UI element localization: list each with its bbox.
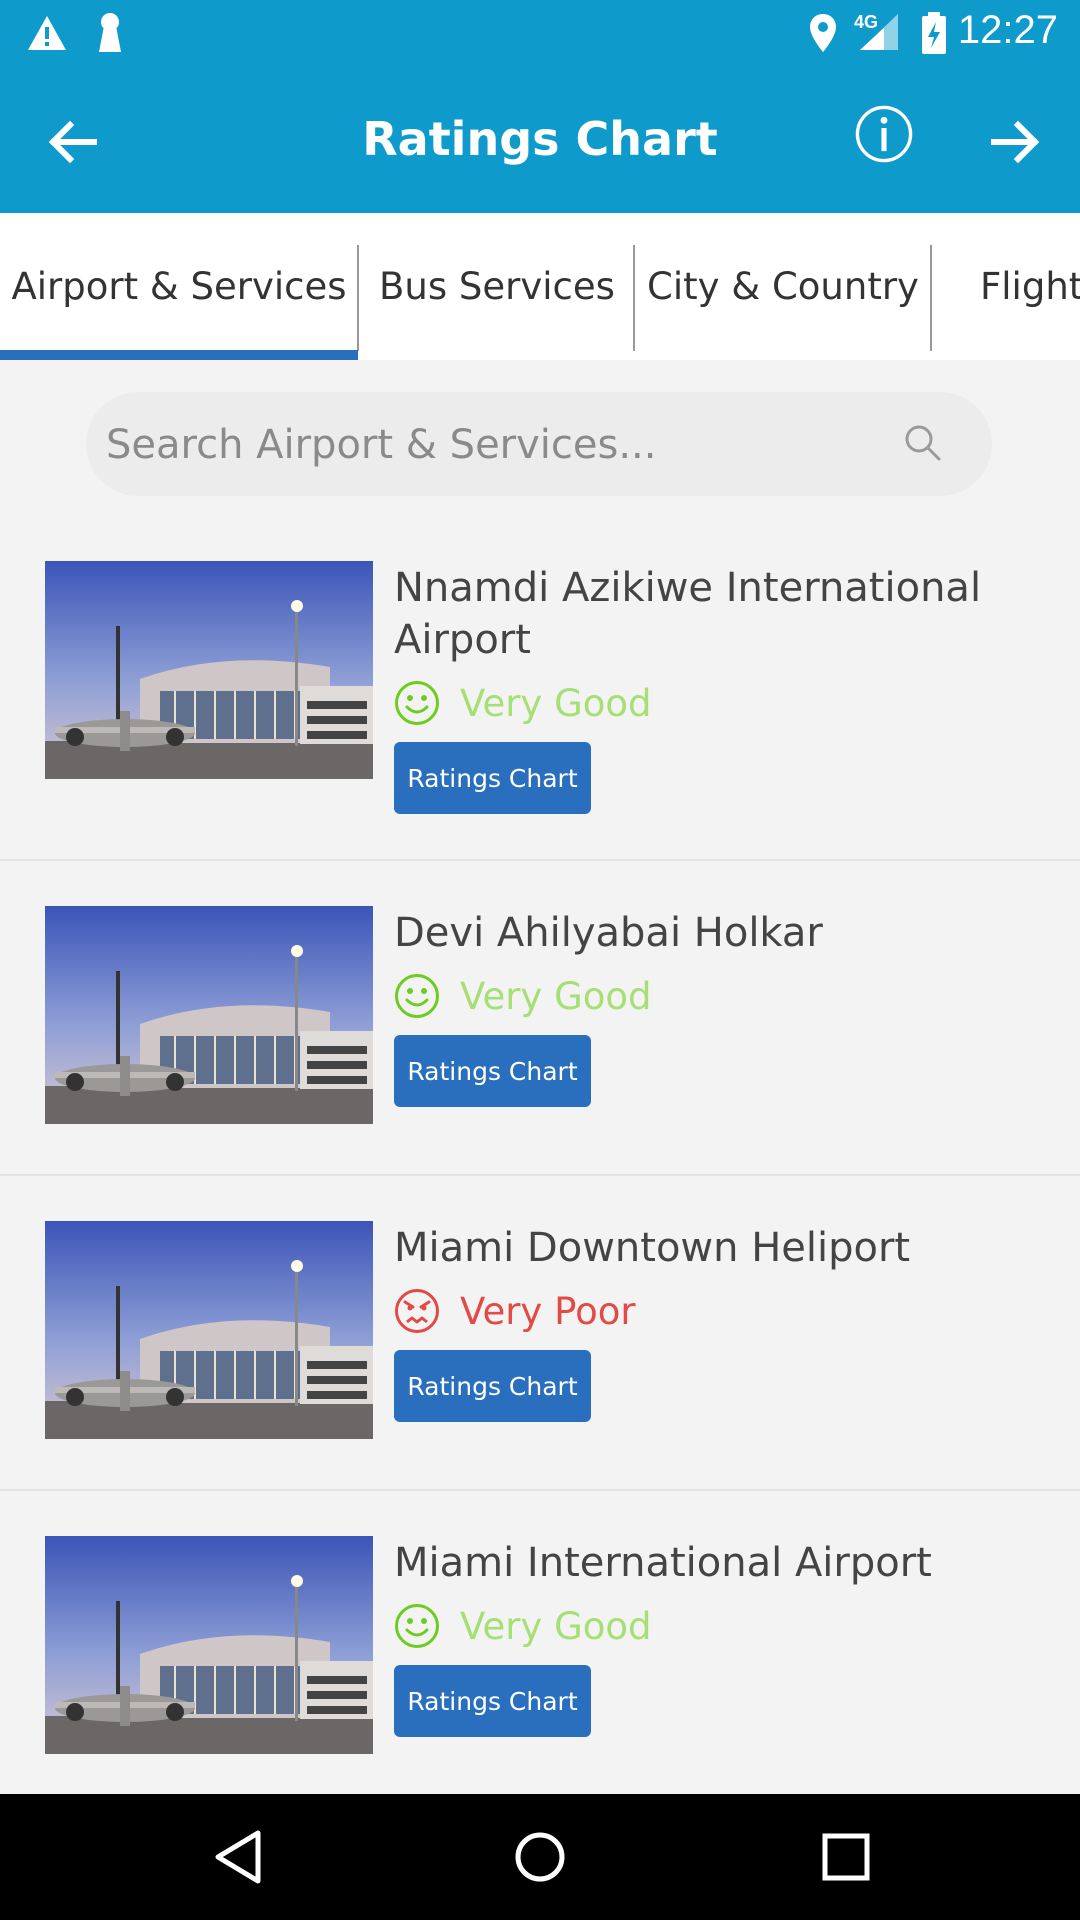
list-item[interactable]: Nnamdi Azikiwe International Airport Ver… bbox=[0, 515, 1080, 859]
tab-divider bbox=[357, 245, 359, 351]
list-item[interactable]: Devi Ahilyabai Holkar Very Good Ratings … bbox=[0, 859, 1080, 1174]
tab-divider bbox=[930, 245, 932, 351]
page-title: Ratings Chart bbox=[362, 112, 718, 166]
back-nav-icon[interactable] bbox=[210, 1827, 266, 1887]
airport-name: Miami International Airport bbox=[394, 1540, 932, 1586]
home-nav-icon[interactable] bbox=[510, 1827, 570, 1887]
keyhole-icon bbox=[99, 13, 121, 52]
rating: Very Good bbox=[394, 680, 652, 726]
status-bar: 4G 12:27 bbox=[0, 0, 1080, 68]
rating: Very Good bbox=[394, 1603, 652, 1649]
list-item[interactable]: Miami Downtown Heliport Very Poor Rating… bbox=[0, 1174, 1080, 1489]
ratings-chart-button[interactable]: Ratings Chart bbox=[394, 1665, 591, 1737]
tab-bus-services[interactable]: Bus Services bbox=[360, 213, 634, 360]
ratings-chart-button[interactable]: Ratings Chart bbox=[394, 742, 591, 814]
happy-face-icon bbox=[395, 1604, 439, 1648]
tab-city-country[interactable]: City & Country bbox=[636, 213, 930, 360]
tab-airport-services[interactable]: Airport & Services bbox=[0, 213, 358, 360]
app-bar: Ratings Chart bbox=[0, 68, 1080, 213]
ratings-chart-button[interactable]: Ratings Chart bbox=[394, 1350, 591, 1422]
warning-icon bbox=[28, 16, 66, 50]
airport-image bbox=[45, 561, 373, 779]
battery-charging-icon bbox=[922, 12, 946, 54]
airport-name: Nnamdi Azikiwe International Airport bbox=[394, 565, 982, 663]
ratings-chart-button[interactable]: Ratings Chart bbox=[394, 1035, 591, 1107]
system-nav-bar bbox=[0, 1794, 1080, 1920]
search-section bbox=[0, 360, 1080, 515]
list-item[interactable]: Miami International Airport Very Good Ra… bbox=[0, 1489, 1080, 1804]
airport-image bbox=[45, 906, 373, 1124]
category-tabs: Airport & Services Bus Services City & C… bbox=[0, 213, 1080, 360]
info-icon[interactable] bbox=[854, 104, 914, 164]
rating: Very Good bbox=[394, 973, 652, 1019]
airport-image bbox=[45, 1536, 373, 1754]
rating-label: Very Good bbox=[460, 974, 652, 1018]
tab-divider bbox=[633, 245, 635, 351]
happy-face-icon bbox=[395, 974, 439, 1018]
airport-list: Nnamdi Azikiwe International Airport Ver… bbox=[0, 515, 1080, 1804]
recents-nav-icon[interactable] bbox=[818, 1827, 874, 1887]
search-bar bbox=[86, 392, 992, 498]
signal-icon bbox=[860, 14, 898, 50]
tab-flight[interactable]: Flight bbox=[980, 213, 1080, 360]
rating: Very Poor bbox=[394, 1288, 636, 1334]
airport-name: Miami Downtown Heliport bbox=[394, 1225, 911, 1271]
location-icon bbox=[810, 14, 836, 52]
airport-image bbox=[45, 1221, 373, 1439]
happy-face-icon bbox=[395, 681, 439, 725]
rating-label: Very Good bbox=[460, 681, 652, 725]
forward-arrow-icon[interactable] bbox=[986, 112, 1046, 172]
clock: 12:27 bbox=[957, 8, 1058, 52]
airport-name: Devi Ahilyabai Holkar bbox=[394, 910, 823, 956]
search-input[interactable] bbox=[104, 392, 888, 498]
rating-label: Very Poor bbox=[460, 1289, 636, 1333]
search-icon[interactable] bbox=[902, 422, 942, 462]
selected-tab-indicator bbox=[0, 350, 358, 360]
rating-label: Very Good bbox=[460, 1604, 652, 1648]
angry-face-icon bbox=[395, 1289, 439, 1333]
